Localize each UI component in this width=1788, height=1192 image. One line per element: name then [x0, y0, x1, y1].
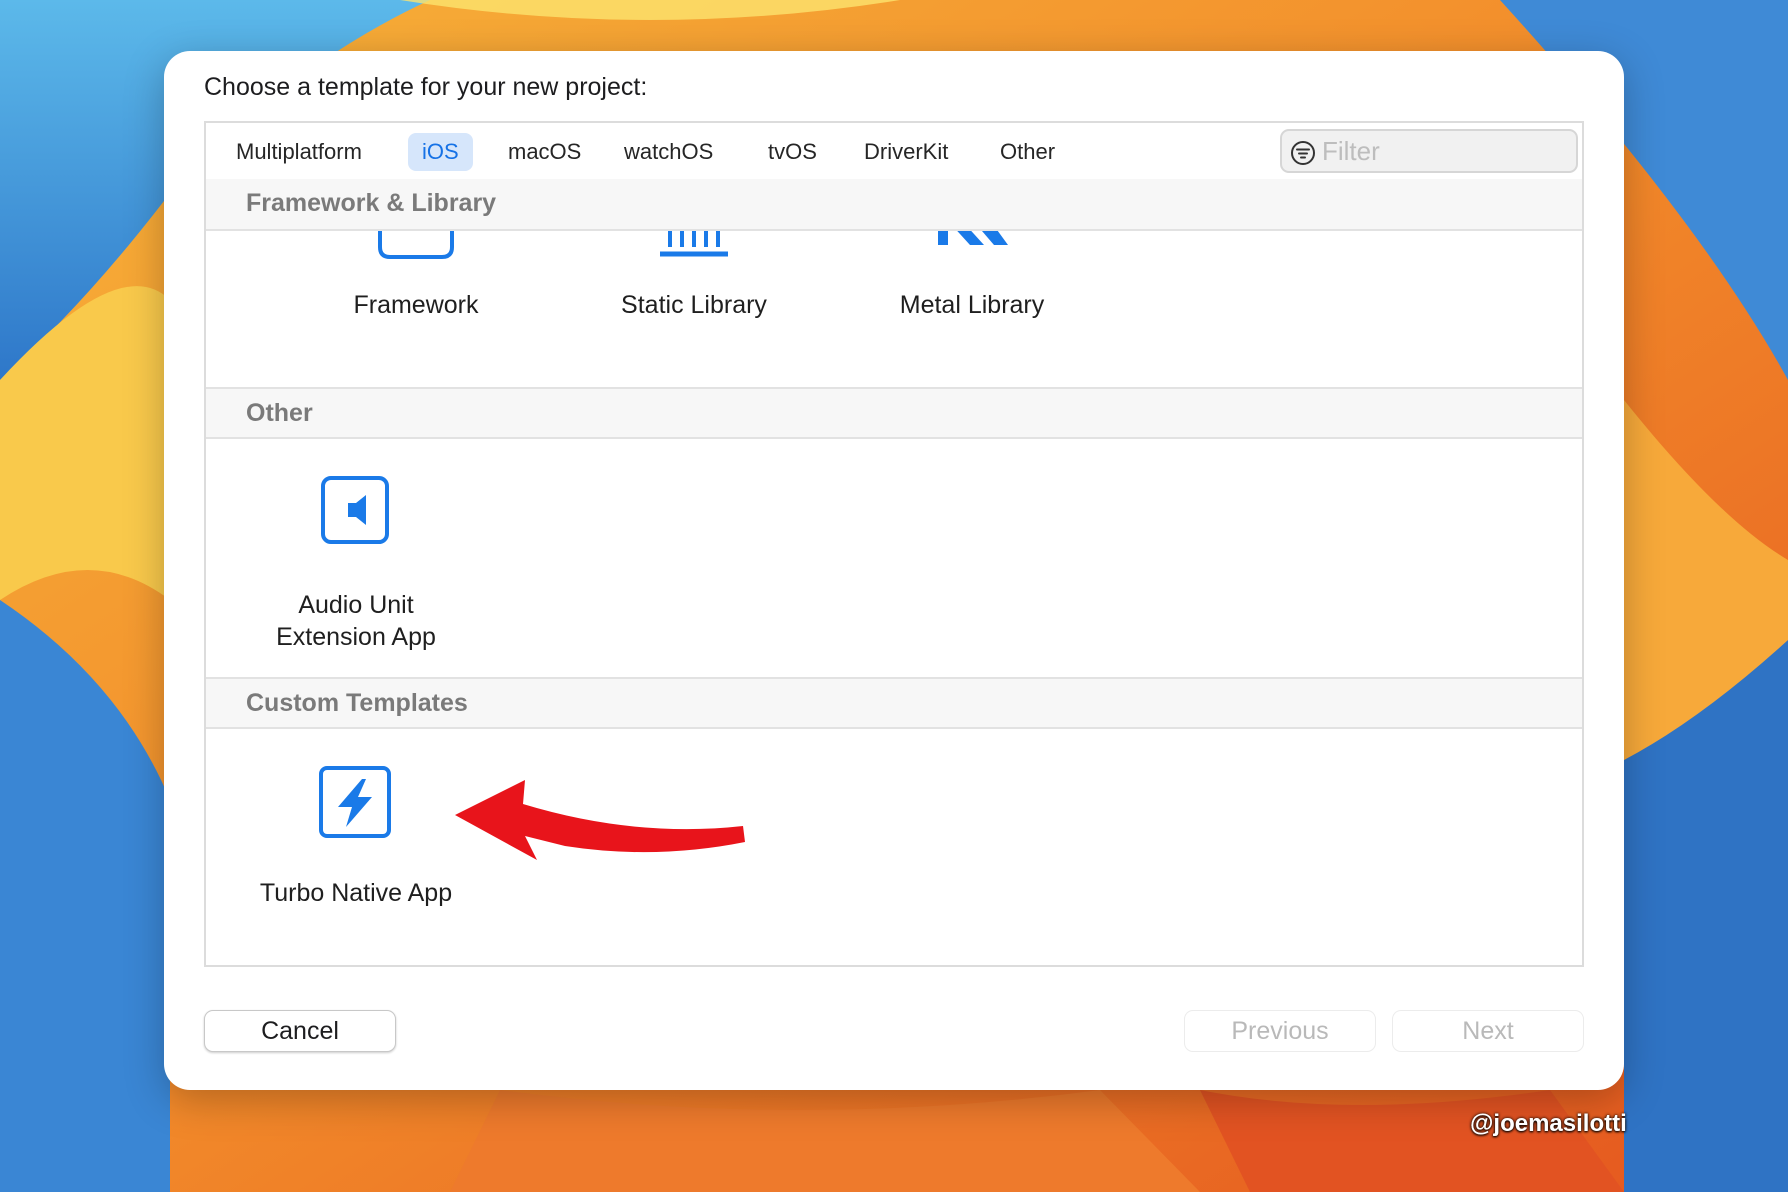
section-header-other: Other	[206, 387, 1582, 439]
new-project-dialog: Choose a template for your new project: …	[164, 51, 1624, 1090]
tab-watchos[interactable]: watchOS	[610, 133, 727, 171]
section-header-custom-templates: Custom Templates	[206, 677, 1582, 729]
tab-other[interactable]: Other	[986, 133, 1069, 171]
tab-driverkit[interactable]: DriverKit	[850, 133, 962, 171]
section-header-framework-library: Framework & Library	[206, 179, 1582, 231]
author-credit: @joemasilotti	[1470, 1110, 1627, 1137]
template-metal-library[interactable]: Metal Library	[842, 223, 1102, 413]
filter-field[interactable]	[1280, 129, 1578, 173]
filter-input[interactable]	[1322, 134, 1562, 168]
tab-multiplatform[interactable]: Multiplatform	[222, 133, 376, 171]
metal-library-icon	[938, 223, 1008, 245]
template-static-library[interactable]: Static Library	[564, 223, 824, 413]
speaker-icon	[321, 476, 389, 544]
dialog-title: Choose a template for your new project:	[204, 73, 648, 101]
platform-tab-bar: Multiplatform iOS macOS watchOS tvOS Dri…	[206, 123, 1582, 181]
template-framework[interactable]: Framework	[286, 223, 546, 413]
red-arrow-annotation	[451, 780, 749, 864]
tab-tvos[interactable]: tvOS	[754, 133, 831, 171]
section-title: Other	[246, 399, 313, 427]
framework-icon	[378, 223, 454, 259]
previous-button[interactable]: Previous	[1184, 1010, 1376, 1052]
section-title: Custom Templates	[246, 689, 468, 717]
template-label: Static Library	[621, 291, 767, 319]
next-button[interactable]: Next	[1392, 1010, 1584, 1052]
section-title: Framework & Library	[246, 189, 497, 217]
tab-ios[interactable]: iOS	[408, 133, 473, 171]
template-label-line1: Audio Unit	[298, 591, 414, 619]
filter-icon	[1291, 141, 1315, 165]
template-label-line2: Extension App	[276, 623, 436, 651]
template-label: Framework	[353, 291, 479, 319]
template-panel: Multiplatform iOS macOS watchOS tvOS Dri…	[204, 121, 1584, 967]
tab-macos[interactable]: macOS	[494, 133, 595, 171]
template-audio-unit-extension-app[interactable]: Audio Unit Extension App	[226, 475, 486, 655]
template-label: Metal Library	[899, 291, 1045, 319]
cancel-button[interactable]: Cancel	[204, 1010, 396, 1052]
static-library-icon	[660, 223, 728, 257]
